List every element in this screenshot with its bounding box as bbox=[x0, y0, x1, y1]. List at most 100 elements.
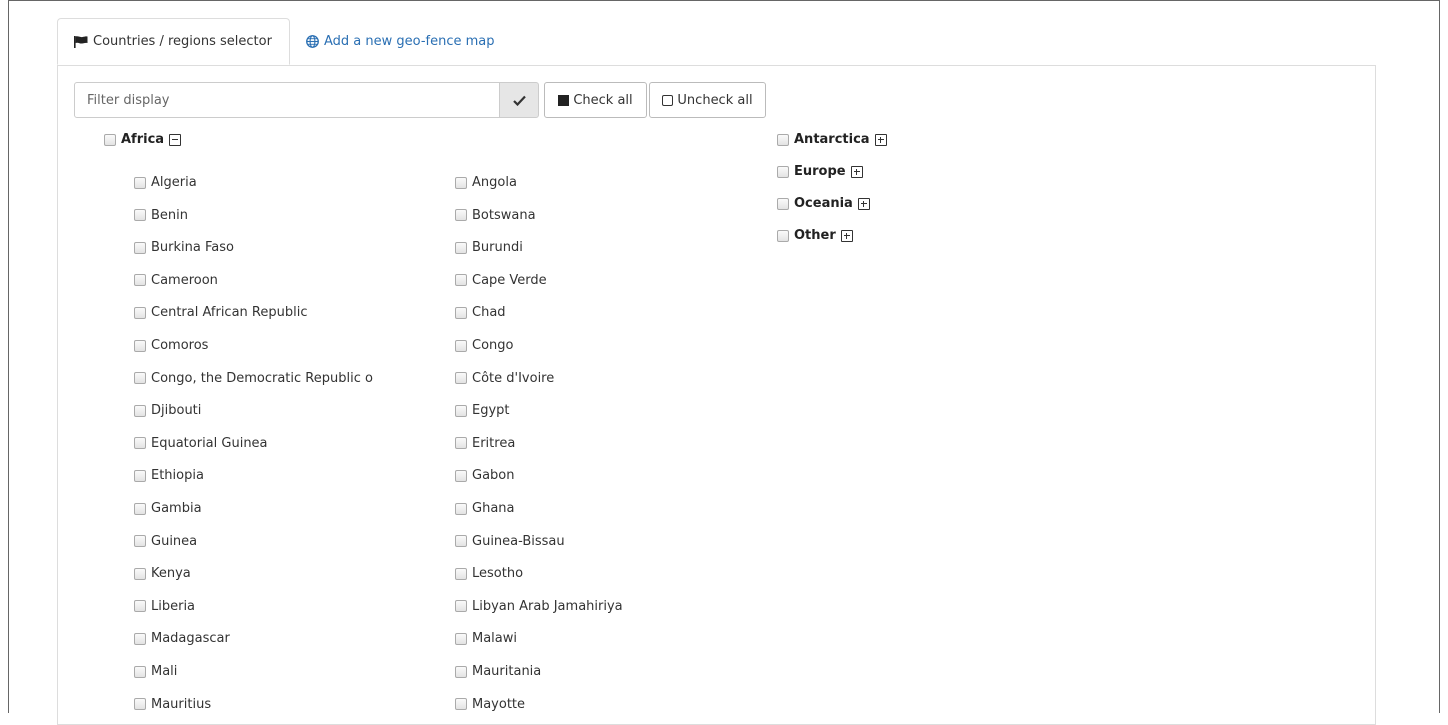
region-checkbox[interactable] bbox=[777, 197, 789, 210]
country-item[interactable]: Ethiopia bbox=[134, 468, 204, 483]
country-item[interactable]: Angola bbox=[455, 175, 517, 190]
country-label: Madagascar bbox=[151, 631, 230, 647]
country-item[interactable]: Burundi bbox=[455, 240, 523, 255]
region-checkbox[interactable] bbox=[777, 165, 789, 178]
country-item[interactable]: Madagascar bbox=[134, 631, 230, 646]
country-label: Burkina Faso bbox=[151, 240, 234, 256]
country-checkbox[interactable] bbox=[134, 600, 146, 613]
country-item[interactable]: Central African Republic bbox=[134, 305, 307, 320]
country-checkbox[interactable] bbox=[134, 176, 146, 189]
country-label: Mauritius bbox=[151, 696, 212, 712]
country-item[interactable]: Algeria bbox=[134, 175, 197, 190]
country-checkbox[interactable] bbox=[134, 437, 146, 450]
region-checkbox[interactable] bbox=[777, 133, 789, 146]
country-item[interactable]: Gabon bbox=[455, 468, 515, 483]
country-checkbox[interactable] bbox=[455, 241, 467, 254]
region-europe: Europe bbox=[777, 164, 863, 179]
country-item[interactable]: Benin bbox=[134, 208, 188, 223]
country-checkbox[interactable] bbox=[134, 665, 146, 678]
country-checkbox[interactable] bbox=[134, 274, 146, 287]
country-checkbox[interactable] bbox=[134, 632, 146, 645]
region-checkbox[interactable] bbox=[777, 229, 789, 242]
country-item[interactable]: Chad bbox=[455, 305, 506, 320]
region-checkbox[interactable] bbox=[104, 133, 116, 146]
region-label: Oceania bbox=[794, 196, 853, 211]
tab-countries-regions-selector[interactable]: Countries / regions selector bbox=[57, 18, 290, 65]
country-item[interactable]: Malawi bbox=[455, 631, 517, 646]
country-item[interactable]: Mauritius bbox=[134, 697, 211, 712]
country-item[interactable]: Mauritania bbox=[455, 664, 541, 679]
uncheck-all-button[interactable]: Uncheck all bbox=[649, 82, 766, 118]
country-checkbox[interactable] bbox=[455, 176, 467, 189]
country-checkbox[interactable] bbox=[455, 274, 467, 287]
country-label: Ethiopia bbox=[151, 468, 204, 484]
country-checkbox[interactable] bbox=[134, 535, 146, 548]
expand-plus-icon[interactable] bbox=[850, 165, 863, 178]
country-item[interactable]: Congo bbox=[455, 338, 513, 353]
expand-plus-icon[interactable] bbox=[874, 133, 887, 146]
apply-filter-button[interactable] bbox=[499, 82, 539, 118]
country-checkbox[interactable] bbox=[455, 535, 467, 548]
country-checkbox[interactable] bbox=[455, 339, 467, 352]
country-label: Mauritania bbox=[472, 664, 542, 679]
country-item[interactable]: Kenya bbox=[134, 566, 191, 581]
country-item[interactable]: Cameroon bbox=[134, 273, 218, 288]
country-item[interactable]: Burkina Faso bbox=[134, 240, 234, 255]
country-checkbox[interactable] bbox=[455, 502, 467, 515]
country-item[interactable]: Eritrea bbox=[455, 436, 515, 451]
country-checkbox[interactable] bbox=[134, 698, 146, 711]
country-checkbox[interactable] bbox=[455, 469, 467, 482]
check-all-label: Check all bbox=[573, 92, 633, 108]
country-checkbox[interactable] bbox=[134, 241, 146, 254]
tab-add-geo-fence-map[interactable]: Add a new geo-fence map bbox=[290, 18, 511, 65]
country-checkbox[interactable] bbox=[455, 306, 467, 319]
country-item[interactable]: Liberia bbox=[134, 599, 195, 614]
country-item[interactable]: Cape Verde bbox=[455, 273, 547, 288]
country-label: Djibouti bbox=[151, 403, 202, 419]
country-checkbox[interactable] bbox=[455, 567, 467, 580]
country-checkbox[interactable] bbox=[455, 600, 467, 613]
check-all-button[interactable]: Check all bbox=[544, 82, 647, 118]
country-label: Botswana bbox=[472, 207, 536, 223]
country-checkbox[interactable] bbox=[134, 339, 146, 352]
country-checkbox[interactable] bbox=[455, 209, 467, 222]
country-checkbox[interactable] bbox=[134, 306, 146, 319]
country-checkbox[interactable] bbox=[455, 404, 467, 417]
country-item[interactable]: Guinea-Bissau bbox=[455, 534, 565, 549]
country-checkbox[interactable] bbox=[134, 404, 146, 417]
country-item[interactable]: Ghana bbox=[455, 501, 515, 516]
country-item[interactable]: Côte d'Ivoire bbox=[455, 371, 554, 386]
country-item[interactable]: Comoros bbox=[134, 338, 208, 353]
country-label: Kenya bbox=[151, 566, 191, 582]
country-item[interactable]: Guinea bbox=[134, 534, 197, 549]
country-item[interactable]: Lesotho bbox=[455, 566, 523, 581]
collapse-minus-icon[interactable] bbox=[169, 133, 182, 146]
country-checkbox[interactable] bbox=[455, 437, 467, 450]
country-checkbox[interactable] bbox=[455, 632, 467, 645]
country-item[interactable]: Gambia bbox=[134, 501, 202, 516]
country-checkbox[interactable] bbox=[134, 567, 146, 580]
country-label: Congo, the Democratic Republic o bbox=[151, 370, 373, 386]
country-item[interactable]: Libyan Arab Jamahiriya bbox=[455, 599, 623, 614]
region-other: Other bbox=[777, 228, 853, 243]
country-item[interactable]: Congo, the Democratic Republic o bbox=[134, 371, 373, 386]
country-item[interactable]: Djibouti bbox=[134, 403, 201, 418]
country-item[interactable]: Equatorial Guinea bbox=[134, 436, 268, 451]
country-checkbox[interactable] bbox=[134, 372, 146, 385]
country-checkbox[interactable] bbox=[455, 698, 467, 711]
country-item[interactable]: Egypt bbox=[455, 403, 510, 418]
country-item[interactable]: Mali bbox=[134, 664, 177, 679]
country-checkbox[interactable] bbox=[134, 209, 146, 222]
country-label: Mali bbox=[151, 664, 178, 679]
country-checkbox[interactable] bbox=[455, 372, 467, 385]
expand-plus-icon[interactable] bbox=[840, 229, 853, 242]
country-item[interactable]: Mayotte bbox=[455, 697, 525, 712]
country-checkbox[interactable] bbox=[134, 502, 146, 515]
country-checkbox[interactable] bbox=[455, 665, 467, 678]
filter-input[interactable] bbox=[74, 82, 500, 118]
expand-plus-icon[interactable] bbox=[857, 197, 870, 210]
country-label: Central African Republic bbox=[151, 305, 308, 321]
country-item[interactable]: Botswana bbox=[455, 208, 536, 223]
country-label: Lesotho bbox=[472, 566, 524, 582]
country-checkbox[interactable] bbox=[134, 469, 146, 482]
